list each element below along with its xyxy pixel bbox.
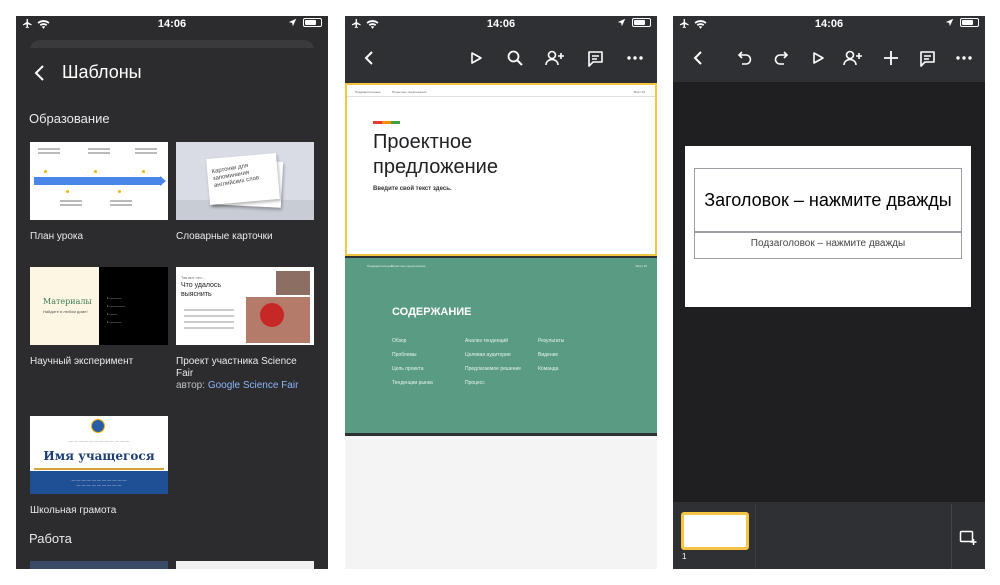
location-icon — [288, 18, 297, 27]
back-arrow-icon[interactable] — [688, 48, 708, 68]
slide-header-right: Март 20 — [635, 264, 647, 268]
battery-icon — [632, 18, 651, 27]
undo-icon[interactable] — [735, 48, 755, 68]
contents-item: Цель проекта — [392, 366, 424, 372]
title-placeholder[interactable]: Заголовок – нажмите дважды — [694, 168, 962, 232]
contents-item: Анализ тенденций — [465, 338, 508, 344]
add-person-icon[interactable] — [843, 48, 863, 68]
contents-column-3: Результаты Видение Команда — [538, 338, 564, 380]
redo-icon[interactable] — [771, 48, 791, 68]
globe-icon — [91, 419, 105, 433]
slide-2[interactable]: Предварительные Проектное предложение Ма… — [345, 258, 657, 433]
slide-editor: 14:06 Заголовок – нажмите дважды Подзаго… — [673, 16, 985, 569]
comment-icon[interactable] — [917, 48, 937, 68]
slide-1-selected[interactable]: Предварительные Проектное предложение Ма… — [345, 83, 657, 256]
contents-item: Проблемы — [392, 352, 417, 358]
science-experiment-thumbnail: Материалы Найдите в любом доме! • ——— • —… — [30, 267, 168, 345]
contents-item: Видение — [538, 352, 559, 358]
location-icon — [945, 18, 954, 27]
slide-header-left: Предварительные — [367, 264, 393, 268]
contents-item: Команда — [538, 366, 559, 372]
slide-header-left: Предварительные — [355, 90, 381, 94]
template-vocabulary-cards[interactable]: Карточки для запоминания английских слов… — [176, 142, 314, 243]
section-title-work: Работа — [29, 531, 72, 546]
comment-icon[interactable] — [585, 48, 605, 68]
science-fair-thumbnail: Так вот что... Что удалось выяснить — [176, 267, 314, 345]
contents-item: Тенденции рынка — [392, 380, 433, 386]
accent-bar — [373, 121, 401, 124]
clock: 14:06 — [157, 18, 187, 30]
contents-item: Процесс — [465, 380, 485, 386]
clock: 14:06 — [486, 18, 516, 30]
status-bar: 14:06 — [16, 16, 328, 32]
thumbnail-text: Карточки для запоминания английских слов — [211, 163, 260, 190]
template-science-fair-project[interactable]: Так вот что... Что удалось выяснить Прое… — [176, 267, 314, 392]
slide-title: Проектное предложение — [373, 131, 498, 178]
thumbnail-question: Так вот что... — [181, 275, 205, 280]
clock: 14:06 — [814, 18, 844, 30]
current-slide[interactable]: Заголовок – нажмите дважды Подзаголовок … — [685, 146, 971, 307]
editor-toolbar — [673, 42, 985, 72]
author-link[interactable]: Google Science Fair — [208, 380, 299, 391]
page-title: Шаблоны — [62, 62, 142, 82]
new-slide-icon[interactable] — [959, 528, 977, 546]
viewer-toolbar — [345, 42, 657, 72]
slide-number: 1 — [682, 552, 687, 561]
contents-column-1: Обзор Проблемы Цель проекта Тенденции ры… — [392, 338, 433, 394]
battery-icon — [303, 18, 322, 27]
more-options-icon[interactable] — [954, 48, 974, 68]
vocabulary-cards-thumbnail: Карточки для запоминания английских слов — [176, 142, 314, 220]
slide-3[interactable] — [345, 436, 657, 569]
template-science-experiment[interactable]: Материалы Найдите в любом доме! • ——— • —… — [30, 267, 168, 368]
template-label: Научный эксперимент — [30, 356, 134, 367]
contents-item: Целевая аудитория — [465, 352, 511, 358]
work-template-thumbnail[interactable] — [176, 561, 314, 569]
slide-header-right: Март 20 — [633, 90, 645, 94]
play-icon[interactable] — [808, 48, 828, 68]
play-icon[interactable] — [466, 48, 486, 68]
slide-filmstrip: 1 — [673, 504, 985, 569]
plus-icon[interactable] — [881, 48, 901, 68]
template-school-certificate[interactable]: — — — — — — — — — — — — Имя учащегося — … — [30, 416, 168, 517]
battery-icon — [960, 18, 979, 27]
lesson-plan-thumbnail — [30, 142, 168, 220]
template-label: Словарные карточки — [176, 231, 273, 242]
back-arrow-icon[interactable] — [359, 48, 379, 68]
thumbnail-subtitle: Найдите в любом доме! — [43, 309, 88, 314]
search-icon[interactable] — [505, 48, 525, 68]
template-author: автор: Google Science Fair — [176, 380, 314, 392]
template-label: Школьная грамота — [30, 505, 117, 516]
slide-thumbnail-1[interactable] — [681, 512, 749, 550]
slide-header-middle: Проектное предложение — [391, 264, 426, 268]
thumbnail-title: Материалы — [43, 297, 92, 306]
template-lesson-plan[interactable]: План урока — [30, 142, 168, 243]
section-title-education: Образование — [29, 111, 110, 126]
school-certificate-thumbnail: — — — — — — — — — — — — Имя учащегося — … — [30, 416, 168, 494]
back-arrow-icon[interactable] — [32, 63, 48, 83]
contents-item: Обзор — [392, 338, 407, 344]
templates-header: Шаблоны — [16, 56, 328, 90]
location-icon — [617, 18, 626, 27]
contents-item: Результаты — [538, 338, 565, 344]
template-label: Проект участника Science Fair — [176, 356, 297, 379]
thumbnail-title: Что удалось выяснить — [181, 282, 222, 298]
contents-column-2: Анализ тенденций Целевая аудитория Предл… — [465, 338, 525, 394]
templates-screen: 14:06 Шаблоны Образование План урока Кар… — [16, 16, 328, 569]
status-bar: 14:06 — [345, 16, 657, 32]
slide-title: СОДЕРЖАНИЕ — [392, 306, 472, 318]
thumbnail-name: Имя учащегося — [43, 449, 155, 463]
author-prefix: автор: — [176, 380, 206, 391]
presentation-viewer: 14:06 Предварительные Проектное предложе… — [345, 16, 657, 569]
add-person-icon[interactable] — [545, 48, 565, 68]
work-template-thumbnail[interactable] — [30, 561, 168, 569]
slide-subtitle: Введите свой текст здесь. — [373, 186, 452, 192]
subtitle-placeholder[interactable]: Подзаголовок – нажмите дважды — [694, 232, 962, 259]
status-bar: 14:06 — [673, 16, 985, 32]
more-options-icon[interactable] — [625, 48, 645, 68]
slide-header-middle: Проектное предложение — [392, 90, 427, 94]
template-label: План урока — [30, 231, 84, 242]
contents-item: Предлагаемое решение — [465, 366, 522, 372]
